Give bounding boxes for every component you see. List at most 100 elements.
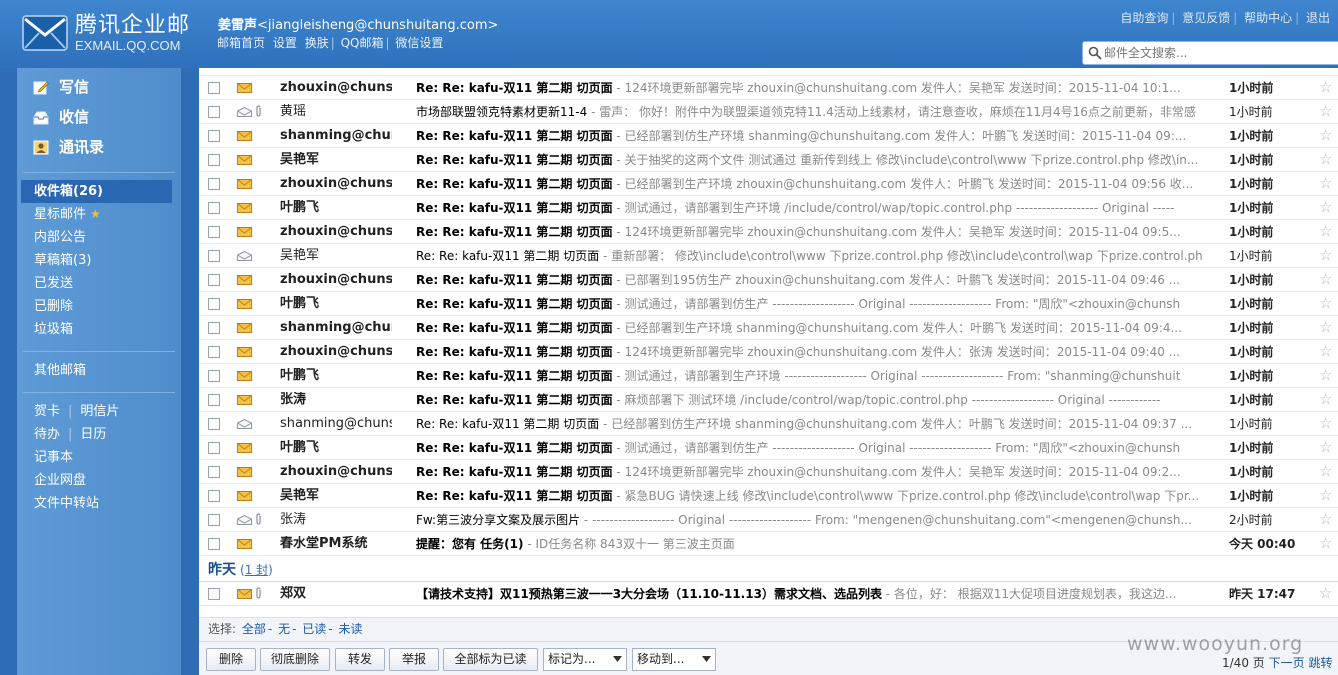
row-subject-line[interactable]: Re: Re: kafu-双11 第二期 切页面 - 已经部署到仿生产环境 sh…: [416, 128, 1338, 144]
star-icon[interactable]: ☆: [1319, 511, 1332, 527]
star-icon[interactable]: ☆: [1319, 271, 1332, 287]
row-subject-line[interactable]: Re: Re: kafu-双11 第二期 切页面 - 已经部署到仿生产环境 sh…: [416, 416, 1338, 432]
row-subject-line[interactable]: Re: Re: kafu-双11 第二期 切页面 - 124环境更新部署完毕 z…: [416, 80, 1338, 96]
row-checkbox[interactable]: [208, 538, 220, 550]
folder-deleted[interactable]: 已删除: [17, 295, 181, 318]
row-subject-line[interactable]: Fw:第三波分享文案及展示图片 - ------------------- Or…: [416, 512, 1338, 528]
inbox-check-button[interactable]: 收信: [17, 102, 181, 132]
star-icon[interactable]: ☆: [1319, 319, 1332, 335]
star-icon[interactable]: ☆: [1319, 463, 1332, 479]
row-subject-line[interactable]: Re: Re: kafu-双11 第二期 切页面 - 重新部署： 修改\incl…: [416, 248, 1338, 264]
star-icon[interactable]: ☆: [1319, 367, 1332, 383]
star-icon[interactable]: ☆: [1319, 127, 1332, 143]
star-icon[interactable]: ☆: [1319, 585, 1332, 601]
star-icon[interactable]: ☆: [1319, 535, 1332, 551]
folder-other-mailboxes[interactable]: 其他邮箱: [17, 359, 181, 382]
mail-row[interactable]: 叶鹏飞 Re: Re: kafu-双11 第二期 切页面 - 测试通过，请部署到生…: [199, 364, 1338, 388]
row-checkbox[interactable]: [208, 588, 220, 600]
row-subject-line[interactable]: Re: Re: kafu-双11 第二期 切页面 - 124环境更新部署完毕 z…: [416, 224, 1338, 240]
row-subject-line[interactable]: Re: Re: kafu-双11 第二期 切页面 - 已部署到195仿生产 zh…: [416, 272, 1338, 288]
search-box[interactable]: [1082, 41, 1338, 65]
row-checkbox[interactable]: [208, 178, 220, 190]
mail-row[interactable]: 吴艳军 Re: Re: kafu-双11 第二期 切页面 - 重新部署： 修改\i…: [199, 244, 1338, 268]
next-page-link[interactable]: 下一页: [1269, 656, 1305, 670]
star-icon[interactable]: ☆: [1319, 151, 1332, 167]
group-count[interactable]: (1 封): [240, 563, 273, 577]
mail-row[interactable]: 张涛 Re: Re: kafu-双11 第二期 切页面 - 麻烦部署下 测试环境 …: [199, 388, 1338, 412]
row-checkbox[interactable]: [208, 106, 220, 118]
select-all[interactable]: 全部: [242, 622, 266, 636]
star-icon[interactable]: ☆: [1319, 175, 1332, 191]
folder-spam[interactable]: 垃圾箱: [17, 318, 181, 341]
link-help-center[interactable]: 帮助中心: [1244, 11, 1292, 25]
row-checkbox[interactable]: [208, 274, 220, 286]
row-checkbox[interactable]: [208, 322, 220, 334]
row-subject-line[interactable]: Re: Re: kafu-双11 第二期 切页面 - 已经部署到生产环境 sha…: [416, 320, 1338, 336]
row-subject-line[interactable]: 市场部联盟领克特素材更新11-4 - 雷声： 你好！附件中为联盟渠道领克特11.…: [416, 104, 1338, 120]
mail-row[interactable]: zhouxin@chunshuitang.com Re: Re: kafu-双11…: [199, 172, 1338, 196]
mail-row[interactable]: shanming@chunshuitang.com Re: Re: kafu-双1…: [199, 316, 1338, 340]
mail-row[interactable]: zhouxin@chunshuitang.com Re: Re: kafu-双11…: [199, 76, 1338, 100]
row-subject-line[interactable]: Re: Re: kafu-双11 第二期 切页面 - 测试通过，请部署到生产环境…: [416, 200, 1338, 216]
mail-row[interactable]: 黄瑶 市场部联盟领克特素材更新11-4 - 雷声： 你好！附件中为联盟渠道领克特1…: [199, 100, 1338, 124]
row-subject-line[interactable]: 【请技术支持】双11预热第三波一一3大分会场（11.10-11.13）需求文档、…: [416, 586, 1338, 602]
search-input[interactable]: [1104, 44, 1334, 62]
row-subject-line[interactable]: Re: Re: kafu-双11 第二期 切页面 - 124环境更新部署完毕 z…: [416, 464, 1338, 480]
row-checkbox[interactable]: [208, 154, 220, 166]
delete-button[interactable]: 删除: [206, 648, 256, 671]
row-subject-line[interactable]: Re: Re: kafu-双11 第二期 切页面 - 124环境更新部署完毕 z…: [416, 344, 1338, 360]
star-icon[interactable]: ☆: [1319, 247, 1332, 263]
permanent-delete-button[interactable]: 彻底删除: [260, 648, 330, 671]
row-subject-line[interactable]: Re: Re: kafu-双11 第二期 切页面 - 关于抽奖的这两个文件 测试…: [416, 152, 1338, 168]
nav-mailbox-home[interactable]: 邮箱首页: [217, 36, 265, 50]
mail-row[interactable]: zhouxin@chunshuitang.com Re: Re: kafu-双11…: [199, 220, 1338, 244]
folder-sent[interactable]: 已发送: [17, 272, 181, 295]
jump-link[interactable]: 跳转: [1308, 656, 1332, 670]
row-checkbox[interactable]: [208, 394, 220, 406]
mail-row[interactable]: zhouxin@chunshuitang.com Re: Re: kafu-双11…: [199, 460, 1338, 484]
star-icon[interactable]: ☆: [1319, 223, 1332, 239]
link-feedback[interactable]: 意见反馈: [1182, 11, 1230, 25]
mail-row[interactable]: 吴艳军 Re: Re: kafu-双11 第二期 切页面 - 紧急BUG 请快速上…: [199, 484, 1338, 508]
folder-inbox[interactable]: 收件箱(26): [21, 180, 172, 203]
folder-drafts[interactable]: 草稿箱(3): [17, 249, 181, 272]
row-subject-line[interactable]: Re: Re: kafu-双11 第二期 切页面 - 测试通过，请部署到仿生产 …: [416, 440, 1338, 456]
nav-settings[interactable]: 设置: [273, 36, 297, 50]
mail-row[interactable]: 叶鹏飞 Re: Re: kafu-双11 第二期 切页面 - 测试通过，请部署到仿…: [199, 292, 1338, 316]
mail-row[interactable]: shanming@chunshuitang.com Re: Re: kafu-双1…: [199, 412, 1338, 436]
tool-todo[interactable]: 待办: [34, 427, 60, 442]
group-count-link[interactable]: 1 封: [245, 563, 268, 577]
star-icon[interactable]: ☆: [1319, 295, 1332, 311]
row-subject-line[interactable]: Re: Re: kafu-双11 第二期 切页面 - 紧急BUG 请快速上线 修…: [416, 488, 1338, 504]
mark-all-read-button[interactable]: 全部标为已读: [443, 648, 538, 671]
contacts-button[interactable]: 通讯录: [17, 132, 181, 162]
nav-qq-mail[interactable]: QQ邮箱: [341, 36, 384, 50]
row-checkbox[interactable]: [208, 346, 220, 358]
row-subject-line[interactable]: Re: Re: kafu-双11 第二期 切页面 - 麻烦部署下 测试环境 /i…: [416, 392, 1338, 408]
mail-row[interactable]: zhouxin@chunshuitang.com Re: Re: kafu-双11…: [199, 340, 1338, 364]
row-checkbox[interactable]: [208, 490, 220, 502]
row-checkbox[interactable]: [208, 442, 220, 454]
tool-netdisk[interactable]: 企业网盘: [34, 473, 86, 488]
star-icon[interactable]: ☆: [1319, 343, 1332, 359]
row-checkbox[interactable]: [208, 250, 220, 262]
mail-row[interactable]: 春水堂PM系统 提醒：您有 任务(1) - ID任务名称 843双十一 第三波主页…: [199, 532, 1338, 556]
select-read[interactable]: 已读: [302, 622, 326, 636]
star-icon[interactable]: ☆: [1319, 103, 1332, 119]
tool-file-transfer[interactable]: 文件中转站: [34, 496, 99, 511]
row-subject-line[interactable]: Re: Re: kafu-双11 第二期 切页面 - 已经部署到生产环境 zho…: [416, 176, 1338, 192]
star-icon[interactable]: ☆: [1319, 439, 1332, 455]
forward-button[interactable]: 转发: [335, 648, 385, 671]
mail-row[interactable]: shanming@chunshuitang.com Re: Re: kafu-双1…: [199, 124, 1338, 148]
row-checkbox[interactable]: [208, 226, 220, 238]
row-subject-line[interactable]: Re: Re: kafu-双11 第二期 切页面 - 测试通过，请部署到仿生产 …: [416, 296, 1338, 312]
tool-notepad[interactable]: 记事本: [34, 450, 73, 465]
compose-button[interactable]: 写信: [17, 72, 181, 102]
row-subject-line[interactable]: Re: Re: kafu-双11 第二期 切页面 - 测试通过，请部署到生产环境…: [416, 368, 1338, 384]
star-icon[interactable]: ☆: [1319, 487, 1332, 503]
row-checkbox[interactable]: [208, 82, 220, 94]
select-none[interactable]: 无: [278, 622, 290, 636]
row-checkbox[interactable]: [208, 514, 220, 526]
link-self-service[interactable]: 自助查询: [1120, 11, 1168, 25]
mail-row[interactable]: 张涛 Fw:第三波分享文案及展示图片 - ------------------- …: [199, 508, 1338, 532]
